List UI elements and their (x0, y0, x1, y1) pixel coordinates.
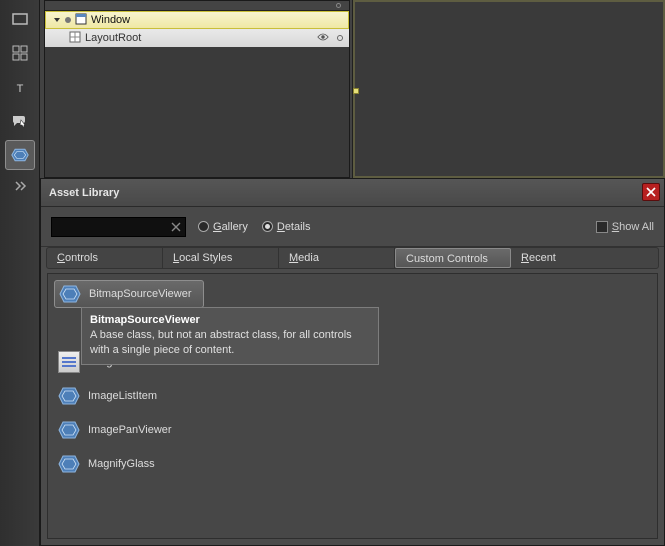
tab-controls[interactable]: Controls (47, 248, 163, 268)
tool-rectangle[interactable] (5, 4, 35, 34)
asset-list: BitmapSourceViewer ImageList ImageListIt… (47, 273, 658, 539)
control-hex-icon (58, 455, 80, 473)
dialog-title-text: Asset Library (49, 187, 119, 199)
clear-search-button[interactable] (168, 219, 184, 235)
view-mode-group: Gallery Details (198, 221, 311, 233)
show-all-label: Show All (612, 221, 654, 233)
left-toolbar: T (0, 0, 40, 546)
show-all-checkbox[interactable]: Show All (596, 221, 654, 233)
asset-item-label: ImagePanViewer (88, 424, 172, 436)
tool-text[interactable]: T (5, 72, 35, 102)
outline-row-window[interactable]: Window (45, 11, 349, 29)
asset-item-label: MagnifyGlass (88, 458, 155, 470)
resize-handle-icon[interactable] (353, 88, 359, 94)
asset-library-dialog: Asset Library Gallery Details Show All (40, 178, 665, 546)
tool-asset-library[interactable] (5, 140, 35, 170)
objects-panel: Window LayoutRoot (44, 0, 350, 178)
dialog-titlebar[interactable]: Asset Library (41, 179, 664, 207)
radio-details-label: Details (277, 221, 311, 233)
radio-details-input[interactable] (262, 221, 273, 232)
window-icon (75, 13, 87, 28)
tool-grid[interactable] (5, 38, 35, 68)
selection-border (353, 0, 665, 178)
control-hex-icon (58, 387, 80, 405)
tab-local-styles[interactable]: Local Styles (163, 248, 279, 268)
tooltip-body: A base class, but not an abstract class,… (90, 328, 370, 358)
radio-gallery-label: Gallery (213, 221, 248, 233)
grid-icon (69, 31, 81, 46)
lock-dot-icon[interactable] (337, 35, 343, 41)
outline-row-layoutroot[interactable]: LayoutRoot (45, 29, 349, 47)
asset-item-magnifyglass[interactable]: MagnifyGlass (54, 450, 651, 478)
radio-gallery[interactable]: Gallery (198, 221, 248, 233)
asset-item-bitmapsourceviewer[interactable]: BitmapSourceViewer (54, 280, 204, 308)
tab-media[interactable]: Media (279, 248, 395, 268)
tooltip-title: BitmapSourceViewer (90, 314, 370, 326)
objects-header (45, 1, 349, 11)
tab-custom-controls[interactable]: Custom Controls (395, 248, 511, 268)
radio-details[interactable]: Details (262, 221, 311, 233)
asset-item-label: BitmapSourceViewer (89, 288, 192, 300)
asset-item-imagepanviewer[interactable]: ImagePanViewer (54, 416, 651, 444)
scope-dot-icon (65, 17, 71, 23)
asset-tooltip: BitmapSourceViewer A base class, but not… (81, 307, 379, 365)
control-hex-icon (58, 421, 80, 439)
category-tabs: Controls Local Styles Media Custom Contr… (46, 247, 659, 269)
tab-custom-controls-label: Custom Controls (406, 253, 488, 265)
tool-cursor-speech[interactable] (5, 106, 35, 136)
asset-item-imagelistitem[interactable]: ImageListItem (54, 382, 651, 410)
design-canvas[interactable] (352, 0, 665, 178)
tab-recent[interactable]: Recent (511, 248, 627, 268)
outline-layout-label: LayoutRoot (85, 32, 141, 44)
panel-options-icon[interactable] (336, 3, 341, 8)
search-input[interactable] (51, 217, 186, 237)
toolbar-expand[interactable] (5, 176, 35, 196)
search-field-wrap (51, 217, 186, 237)
radio-gallery-input[interactable] (198, 221, 209, 232)
tree-collapse-icon[interactable] (52, 16, 61, 25)
outline-window-label: Window (91, 14, 130, 26)
close-button[interactable] (642, 183, 660, 201)
visibility-eye-icon[interactable] (317, 31, 329, 46)
asset-item-label: ImageListItem (88, 390, 157, 402)
imagelist-icon (58, 351, 80, 373)
show-all-input[interactable] (596, 221, 608, 233)
control-hex-icon (59, 285, 81, 303)
dialog-toolbar: Gallery Details Show All (41, 207, 664, 247)
svg-text:T: T (16, 83, 23, 95)
